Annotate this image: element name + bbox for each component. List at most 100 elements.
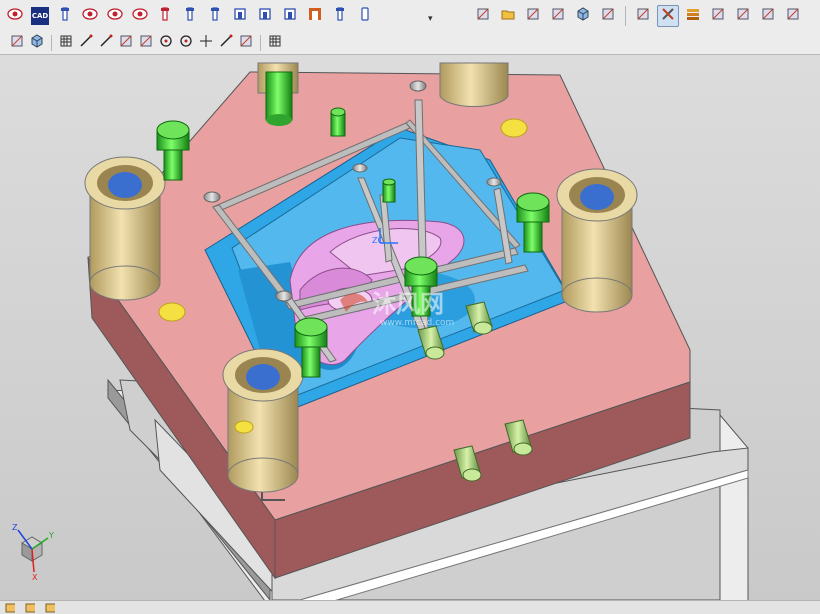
measure-icon — [735, 6, 751, 26]
measure-button[interactable] — [732, 5, 754, 27]
layers-icon — [685, 6, 701, 26]
target-circle-button[interactable] — [79, 5, 101, 27]
rod-icon — [332, 6, 348, 26]
axis-button[interactable] — [547, 5, 569, 27]
mold-toolbar: CAD — [4, 0, 376, 31]
triad-y-label: Y — [48, 531, 54, 540]
graphics-viewport[interactable]: ZC 沐风网 www.mfcad.com Y Z X — [0, 55, 820, 600]
curve-icon — [118, 33, 134, 53]
ejector-pin-button[interactable] — [54, 5, 76, 27]
line-tool-icon — [78, 33, 94, 53]
line-tool-button[interactable] — [77, 34, 95, 52]
datum-icon — [760, 6, 776, 26]
lifter-icon — [232, 6, 248, 26]
circle-icon — [178, 33, 194, 53]
open-folder-icon — [500, 6, 516, 26]
wcs-button[interactable] — [522, 5, 544, 27]
block-icon — [575, 6, 591, 26]
window-button[interactable] — [707, 5, 729, 27]
line-pick-icon — [98, 33, 114, 53]
cad-button-button[interactable]: CAD — [29, 5, 51, 27]
line-pick-button[interactable] — [97, 34, 115, 52]
snap-toolbar — [0, 31, 820, 55]
sprue-button[interactable] — [179, 5, 201, 27]
bushing-back-right — [439, 62, 509, 107]
bolt-icon — [357, 6, 373, 26]
cube-view-button[interactable] — [28, 33, 46, 53]
crosshair-button[interactable] — [197, 34, 215, 52]
watermark-url: www.mfcad.com — [380, 318, 454, 328]
snap-grid-button[interactable] — [57, 34, 75, 52]
sketch-icon — [635, 6, 651, 26]
open-folder-button[interactable] — [497, 5, 519, 27]
crosshair-icon — [198, 33, 214, 53]
mold-base-button[interactable] — [279, 5, 301, 27]
snap-point-icon — [238, 33, 254, 53]
cad-button-icon: CAD — [31, 6, 49, 25]
bolt-3 — [330, 107, 346, 137]
feature-eye-icon — [7, 6, 23, 26]
toolbar-overflow-icon[interactable]: ▾ — [428, 14, 433, 24]
snap-point-button[interactable] — [237, 34, 255, 52]
pin-marker-icon — [157, 6, 173, 26]
snap-grid-icon — [58, 33, 74, 53]
svg-text:ZC: ZC — [372, 236, 383, 245]
pin-marker-button[interactable] — [154, 5, 176, 27]
eye-target-icon — [132, 6, 148, 26]
toolbar-separator — [260, 34, 261, 51]
sprue-icon — [182, 6, 198, 26]
status-view-icon[interactable] — [4, 602, 16, 614]
mold-base-icon — [282, 6, 298, 26]
sketch-button[interactable] — [632, 5, 654, 27]
assembly-tree-icon — [475, 6, 491, 26]
assembly-tree-button[interactable] — [472, 5, 494, 27]
eye-target-button[interactable] — [129, 5, 151, 27]
curve-button[interactable] — [117, 34, 135, 52]
layers-button[interactable] — [682, 5, 704, 27]
target-ring-button[interactable] — [104, 5, 126, 27]
axis-icon — [550, 6, 566, 26]
grid-pattern-icon — [267, 33, 283, 53]
rod-button[interactable] — [329, 5, 351, 27]
circle-center-icon — [158, 33, 174, 53]
snap-toolbar-strip — [8, 31, 284, 54]
bolt-button[interactable] — [354, 5, 376, 27]
datum-button[interactable] — [757, 5, 779, 27]
cooling-button[interactable] — [304, 5, 326, 27]
cooling-icon — [307, 6, 323, 26]
status-bar — [0, 600, 820, 614]
lifter-button[interactable] — [229, 5, 251, 27]
triad-z-label: Z — [12, 523, 18, 532]
standard-toolbar — [472, 0, 804, 31]
tangent-icon — [138, 33, 154, 53]
circle-button[interactable] — [177, 34, 195, 52]
wcs-icon — [525, 6, 541, 26]
feature-eye-button[interactable] — [4, 5, 26, 27]
view-fit-button[interactable] — [8, 34, 26, 52]
plane-button[interactable] — [597, 5, 619, 27]
slash-button[interactable] — [217, 34, 235, 52]
bushing-right — [556, 168, 638, 313]
insert-button[interactable] — [254, 5, 276, 27]
target-circle-icon — [82, 6, 98, 26]
watermark-text: 沐风网 — [372, 290, 444, 318]
cube-view-icon — [29, 33, 45, 53]
ejector-pin-icon — [57, 6, 73, 26]
block-button[interactable] — [572, 5, 594, 27]
axis-triad: Y Z X — [12, 523, 54, 582]
slider-pin-button[interactable] — [204, 5, 226, 27]
status-layer-icon[interactable] — [24, 602, 36, 614]
plane-icon — [600, 6, 616, 26]
grid-pattern-button[interactable] — [266, 34, 284, 52]
view-fit-icon — [9, 33, 25, 53]
status-part-icon[interactable] — [44, 602, 56, 614]
bolt-1 — [265, 71, 293, 126]
tools-button[interactable] — [657, 4, 679, 27]
render-button[interactable] — [782, 5, 804, 27]
render-icon — [785, 6, 801, 26]
circle-center-button[interactable] — [157, 34, 175, 52]
insert-icon — [257, 6, 273, 26]
toolbar-separator — [625, 5, 626, 26]
tangent-button[interactable] — [137, 34, 155, 52]
tools-icon — [660, 6, 676, 26]
